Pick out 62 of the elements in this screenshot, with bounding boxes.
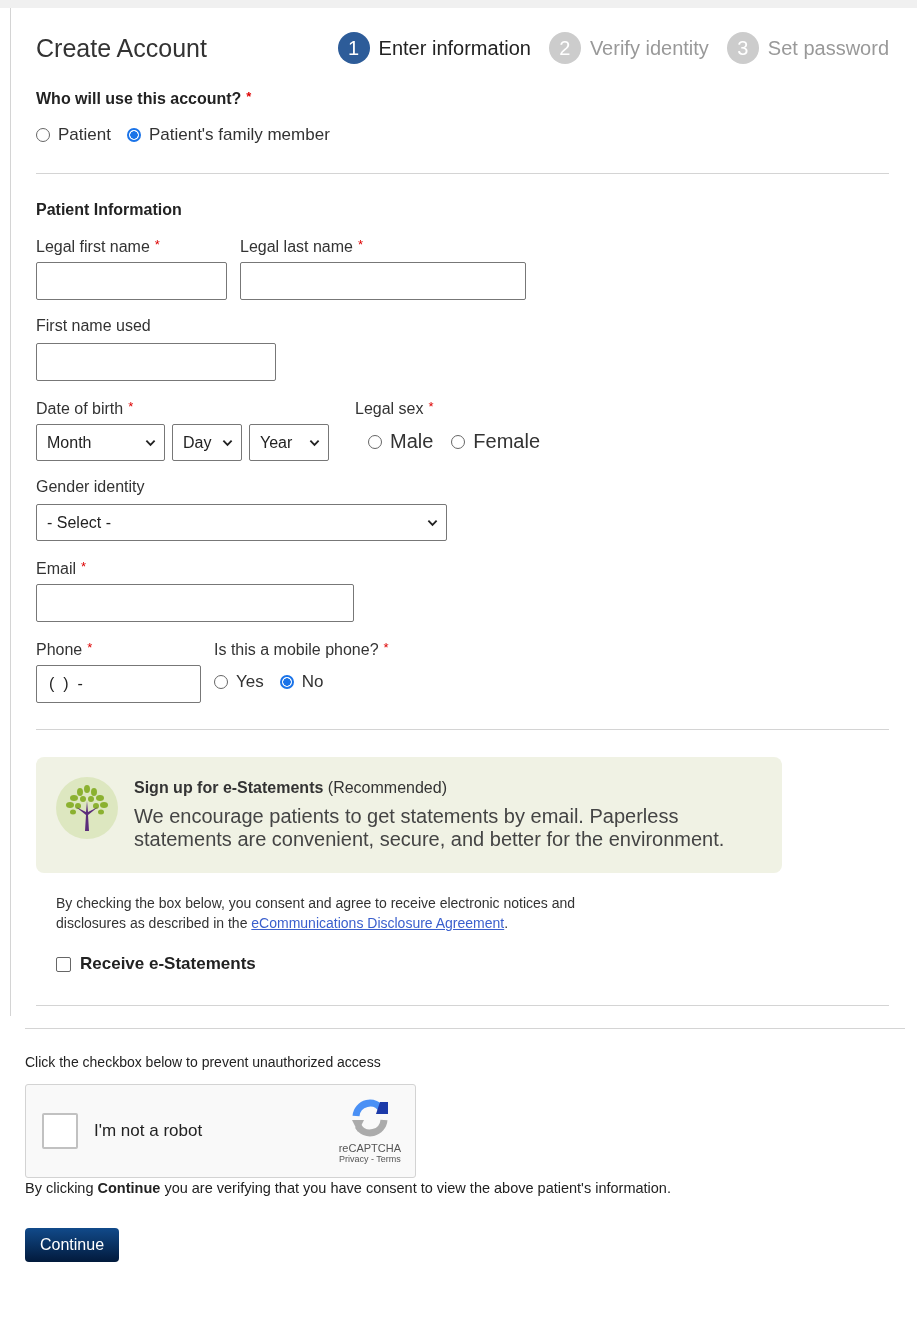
required-mark: * <box>128 399 134 414</box>
field-label: Legal last name <box>240 238 353 255</box>
required-mark: * <box>428 399 434 414</box>
chevron-down-icon <box>222 438 233 447</box>
field-label: First name used <box>36 317 151 334</box>
field-label: Legal sex <box>355 400 424 417</box>
captcha-brand: reCAPTCHA <box>338 1142 401 1154</box>
captcha-label: I'm not a robot <box>94 1121 204 1141</box>
phone-field[interactable]: ( ) - <box>36 665 201 703</box>
step-label: Set password <box>767 36 889 60</box>
input-field[interactable] <box>36 343 276 381</box>
consent-notice: By clicking Continue you are verifying that you have consent to view the above patient's information. <box>25 1180 672 1196</box>
step-label: Enter information <box>378 36 531 60</box>
input-field[interactable] <box>240 262 526 300</box>
dropdown[interactable]: - Select - <box>36 504 447 541</box>
captcha-logo-icon <box>349 1098 390 1138</box>
promo-title: Sign up for e-Statements <box>134 779 324 796</box>
field-label: Date of birth <box>36 400 124 417</box>
dropdown[interactable]: Day <box>172 424 242 461</box>
step-number: 1 <box>337 32 370 64</box>
captcha-instruction: Click the checkbox below to prevent unauthorized access <box>25 1054 382 1070</box>
field-label: Phone <box>36 641 83 658</box>
tree-icon <box>56 777 118 839</box>
radio-button[interactable] <box>279 675 294 689</box>
field-label: Gender identity <box>36 478 145 495</box>
checkbox-label[interactable]: Receive e-Statements <box>80 954 256 974</box>
consent-text: By checking the box below, you consent and agree to receive electronic notices and disclosures as described in the eCommunications Disclosure Agreement. <box>56 894 577 933</box>
required-mark: * <box>246 89 252 104</box>
field-label: Legal first name <box>36 238 150 255</box>
captcha-checkbox[interactable] <box>42 1113 78 1149</box>
dropdown[interactable]: Year <box>249 424 329 461</box>
required-mark: * <box>81 559 87 574</box>
promo-text: We encourage patients to get statements by email. Paperless statements are convenient, secure, and better for the environment. <box>134 805 726 851</box>
terms-link[interactable]: Terms <box>376 1154 401 1164</box>
required-mark: * <box>357 237 364 252</box>
field-label: Email <box>36 560 76 577</box>
privacy-link[interactable]: Privacy <box>338 1154 369 1164</box>
checkbox[interactable] <box>56 956 71 972</box>
radio-label[interactable]: Male <box>390 430 434 453</box>
radio-button[interactable] <box>126 128 141 142</box>
step-label: Verify identity <box>589 36 709 60</box>
radio-label[interactable]: Yes <box>236 672 264 692</box>
radio-label[interactable]: Patient's family member <box>148 125 330 145</box>
radio-label[interactable]: Patient <box>58 125 111 145</box>
radio-label[interactable]: Female <box>473 430 541 453</box>
input-field[interactable] <box>36 262 227 300</box>
continue-button[interactable]: Continue <box>25 1228 120 1262</box>
section-heading: Patient Information <box>36 201 183 219</box>
link-separator: - <box>370 1154 374 1164</box>
question-label: Who will use this account? <box>36 90 242 107</box>
chevron-down-icon <box>309 438 320 447</box>
required-mark: * <box>383 640 389 655</box>
field-label: Is this a mobile phone? <box>214 641 379 658</box>
dropdown[interactable]: Month <box>36 424 165 461</box>
input-field[interactable] <box>36 584 354 622</box>
required-mark: * <box>154 237 160 252</box>
radio-label[interactable]: No <box>301 672 324 692</box>
page-title: Create Account <box>36 33 207 63</box>
chevron-down-icon <box>145 438 156 447</box>
required-mark: * <box>87 640 93 655</box>
chevron-down-icon <box>427 518 438 527</box>
promo-note: (Recommended) <box>327 779 447 796</box>
